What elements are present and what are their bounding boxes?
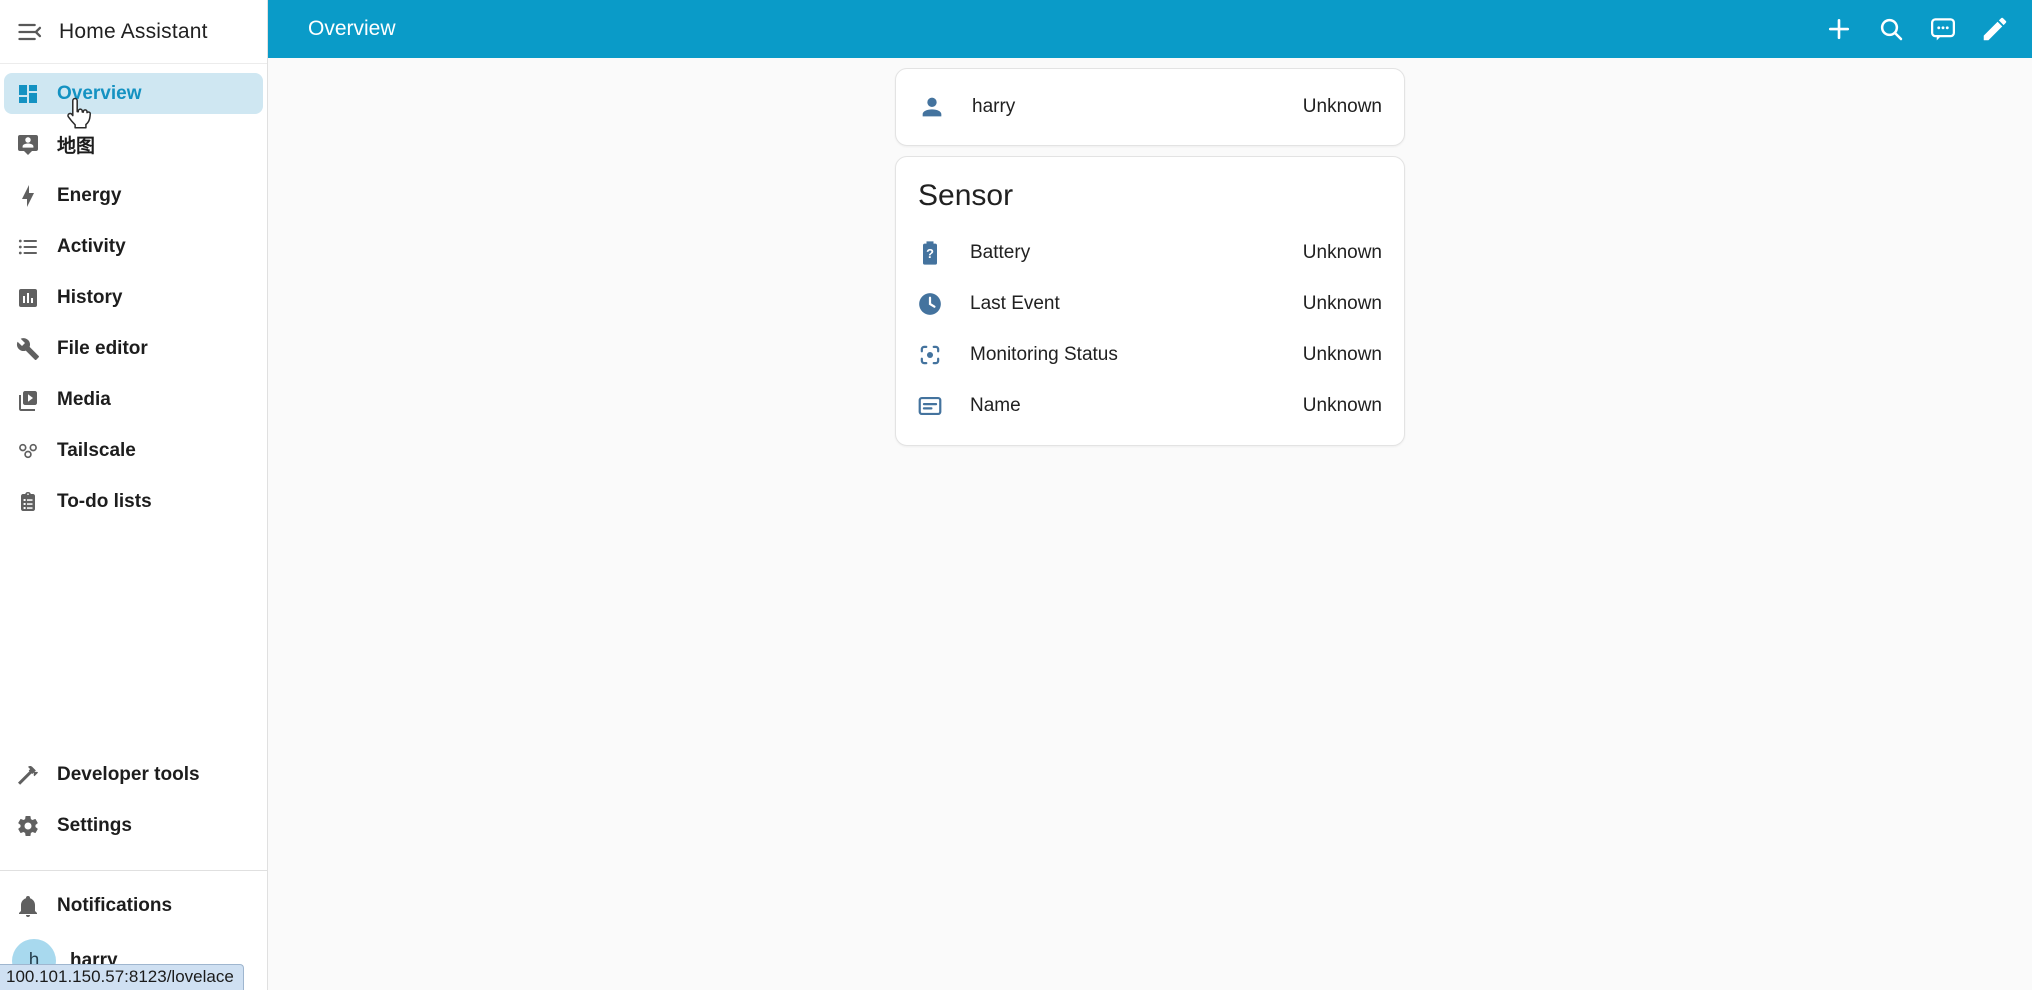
add-button[interactable] [1824,14,1854,44]
search-icon [1876,14,1906,44]
sidebar-item-tailscale[interactable]: Tailscale [4,430,263,471]
card-text-icon [916,392,944,420]
sidebar: Home Assistant Overview 地图 Energy Activi… [0,0,268,990]
sidebar-divider [0,870,267,871]
clock-icon [916,290,944,318]
entity-state: Unknown [1302,241,1382,263]
sidebar-item-settings[interactable]: Settings [4,805,263,846]
entity-row-harry[interactable]: harry Unknown [918,93,1382,121]
dashboard-view: harry Unknown Sensor ? Battery Unknown L… [268,58,2032,990]
search-button[interactable] [1876,14,1906,44]
sidebar-item-label: Energy [57,184,122,206]
sidebar-item-todo-lists[interactable]: To-do lists [4,481,263,522]
top-bar-actions [1824,14,2010,44]
sidebar-item-label: Tailscale [57,439,136,461]
entity-name: Monitoring Status [970,343,1118,365]
sidebar-nav: Overview 地图 Energy Activity History File… [0,64,267,532]
card-title: Sensor [918,179,1014,212]
sidebar-item-developer-tools[interactable]: Developer tools [4,754,263,795]
tooltip-account-icon [16,133,40,157]
entity-name: harry [972,96,1016,117]
page-title: Overview [308,17,396,40]
entity-name: Name [970,394,1021,416]
sidebar-item-history[interactable]: History [4,277,263,318]
sidebar-footer: Developer tools Settings Notifications h… [0,754,267,990]
play-box-multiple-icon [16,388,40,412]
sidebar-item-overview[interactable]: Overview [4,73,263,114]
sidebar-item-label: Activity [57,235,126,257]
top-bar: Overview [268,0,2032,58]
assist-button[interactable] [1928,14,1958,44]
link-status-tooltip: 100.101.150.57:8123/lovelace [0,964,244,990]
sidebar-item-label: Settings [57,814,132,836]
sidebar-item-notifications[interactable]: Notifications [4,885,263,926]
list-bulleted-icon [16,235,40,259]
chart-box-icon [16,286,40,310]
bell-icon [16,894,40,918]
assist-chat-icon [1928,14,1958,44]
entity-name: Last Event [970,292,1060,314]
entity-row-monitoring-status[interactable]: Monitoring Status Unknown [916,329,1382,380]
person-entity-card: harry Unknown [895,68,1405,146]
entity-row-battery[interactable]: ? Battery Unknown [916,227,1382,278]
hammer-icon [16,763,40,787]
sidebar-item-label: Media [57,388,111,410]
sensor-entities-card: Sensor ? Battery Unknown Last Event Unkn… [895,156,1405,446]
sidebar-item-map[interactable]: 地图 [4,124,263,165]
sidebar-item-label: 地图 [57,136,96,157]
gear-icon [16,814,40,838]
entity-row-name[interactable]: Name Unknown [916,380,1382,431]
person-icon [918,93,946,121]
sidebar-item-energy[interactable]: Energy [4,175,263,216]
lightning-bolt-icon [16,184,40,208]
sidebar-item-label: Developer tools [57,763,200,785]
wrench-icon [16,337,40,361]
battery-unknown-icon: ? [916,239,944,267]
sidebar-item-label: File editor [57,337,148,359]
entity-state: Unknown [1302,292,1382,314]
svg-text:?: ? [926,246,934,261]
entity-state: Unknown [1302,96,1382,117]
plus-icon [1824,14,1854,44]
entity-row-last-event[interactable]: Last Event Unknown [916,278,1382,329]
view-dashboard-icon [16,82,40,106]
tailscale-knot-icon [16,439,40,463]
sidebar-item-label: Notifications [57,894,173,916]
sidebar-item-activity[interactable]: Activity [4,226,263,267]
sidebar-item-file-editor[interactable]: File editor [4,328,263,369]
entity-name: Battery [970,241,1031,263]
sidebar-item-media[interactable]: Media [4,379,263,420]
entity-state: Unknown [1302,394,1382,416]
edit-dashboard-button[interactable] [1980,14,2010,44]
sidebar-item-label: Overview [57,82,142,104]
entity-state: Unknown [1302,343,1382,365]
pencil-icon [1980,14,2010,44]
sidebar-item-label: To-do lists [57,490,152,512]
app-title: Home Assistant [59,19,208,43]
sidebar-item-label: History [57,286,123,308]
clipboard-list-icon [16,490,40,514]
menu-open-icon[interactable] [16,18,44,46]
sidebar-header: Home Assistant [0,0,267,64]
center-focus-icon [916,341,944,369]
